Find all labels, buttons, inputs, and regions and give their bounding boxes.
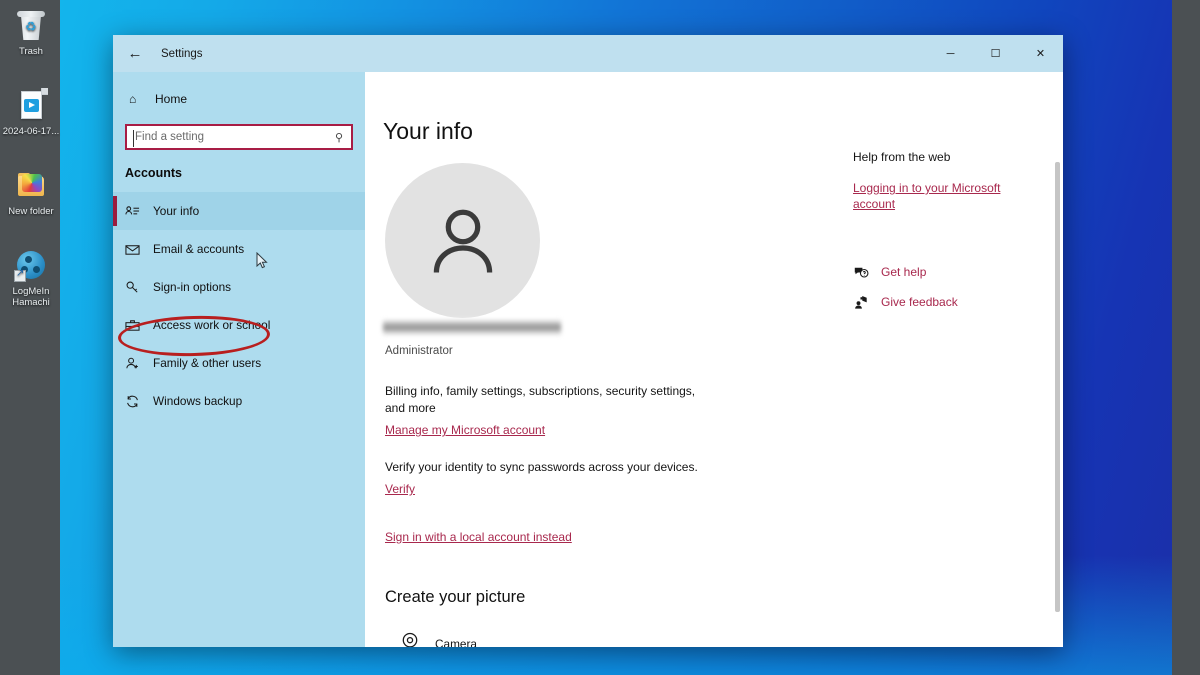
window-title: Settings [161, 47, 203, 60]
briefcase-icon [125, 318, 153, 333]
page-title: Your info [383, 118, 473, 144]
avatar[interactable] [385, 163, 540, 318]
feedback-person-icon [853, 294, 881, 310]
give-feedback-button[interactable]: Give feedback [853, 294, 1063, 310]
text-caret [133, 130, 134, 147]
sidebar-section-title: Accounts [125, 166, 182, 180]
sync-icon [125, 394, 153, 409]
camera-label: Camera [435, 636, 477, 648]
help-row-label: Give feedback [881, 295, 958, 309]
sidebar-item-windows-backup[interactable]: Windows backup [113, 382, 365, 420]
sidebar-item-sign-in-options[interactable]: Sign-in options [113, 268, 365, 306]
desktop-icon-label: LogMeIn Hamachi [12, 286, 50, 308]
help-column: Help from the web Logging in to your Mic… [849, 72, 1063, 647]
sidebar-item-label: Email & accounts [153, 242, 245, 256]
avatar-container [383, 163, 561, 336]
sidebar-item-label: Family & other users [153, 356, 262, 370]
help-article-link[interactable]: Logging in to your Microsoft account [853, 180, 1013, 212]
back-arrow-icon[interactable]: ← [113, 35, 157, 72]
billing-section: Billing info, family settings, subscript… [383, 383, 849, 439]
video-file-icon [14, 88, 48, 122]
home-icon: ⌂ [129, 92, 137, 106]
window-titlebar: ← Settings ─ ☐ ✕ [113, 35, 1063, 72]
help-actions: Get help Give feedback [853, 264, 1063, 310]
desktop-icon-label: New folder [8, 206, 54, 217]
main-column: Your info Administrator Billing info, fa… [365, 72, 849, 647]
folder-pictures-icon [14, 168, 48, 202]
sidebar-item-home[interactable]: ⌂ Home [113, 84, 365, 114]
main-content: Your info Administrator Billing info, fa… [365, 72, 1063, 647]
verify-section: Verify your identity to sync passwords a… [383, 459, 849, 498]
sign-in-local-account-link[interactable]: Sign in with a local account instead [385, 530, 572, 544]
close-button[interactable]: ✕ [1018, 35, 1063, 72]
verify-description: Verify your identity to sync passwords a… [385, 460, 698, 474]
key-icon [125, 280, 153, 295]
desktop-icon-new-folder[interactable]: New folder [2, 168, 60, 217]
help-title: Help from the web [853, 150, 951, 164]
create-picture-title: Create your picture [385, 588, 526, 606]
desktop-right-strip [1172, 0, 1200, 675]
minimize-button[interactable]: ─ [928, 35, 973, 72]
account-role: Administrator [385, 345, 453, 357]
camera-icon [399, 631, 421, 647]
desktop-icon-trash[interactable]: ♻ Trash [2, 8, 60, 57]
your-info-icon [125, 204, 153, 219]
search-container: ⚲ [113, 124, 365, 150]
settings-window: ← Settings ─ ☐ ✕ ⌂ Home ⚲ Accounts [113, 35, 1063, 647]
envelope-icon [125, 242, 153, 257]
sidebar-item-your-info[interactable]: Your info [113, 192, 365, 230]
question-bubble-icon [853, 264, 881, 280]
window-controls: ─ ☐ ✕ [928, 35, 1063, 72]
sidebar-item-label: Sign-in options [153, 280, 232, 294]
search-icon[interactable]: ⚲ [327, 131, 351, 144]
person-add-icon [125, 356, 153, 371]
sidebar-item-label: Access work or school [153, 318, 271, 332]
search-input[interactable] [127, 131, 327, 143]
help-row-label: Get help [881, 265, 927, 279]
camera-option[interactable]: Camera [399, 631, 849, 647]
desktop-icon-label: 2024-06-17... [2, 126, 60, 137]
desktop-icon-video-file[interactable]: 2024-06-17... [2, 88, 60, 137]
billing-description: Billing info, family settings, subscript… [385, 384, 696, 415]
desktop-icon-label: Trash [19, 46, 43, 57]
trash-icon: ♻ [14, 8, 48, 42]
scrollbar-thumb[interactable] [1055, 162, 1060, 612]
account-name-redacted [383, 319, 561, 336]
desktop-icon-logmein-hamachi[interactable]: LogMeIn Hamachi [2, 248, 60, 308]
sidebar-item-email-accounts[interactable]: Email & accounts [113, 230, 365, 268]
sidebar-item-label: Your info [153, 204, 200, 218]
sidebar-item-label: Windows backup [153, 394, 243, 408]
logmein-hamachi-icon [14, 248, 48, 282]
sidebar: ⌂ Home ⚲ Accounts Your info [113, 72, 365, 647]
search-box[interactable]: ⚲ [125, 124, 353, 150]
get-help-button[interactable]: Get help [853, 264, 1063, 280]
manage-microsoft-account-link[interactable]: Manage my Microsoft account [385, 423, 545, 437]
verify-link[interactable]: Verify [385, 482, 415, 496]
maximize-button[interactable]: ☐ [973, 35, 1018, 72]
sidebar-item-family-other-users[interactable]: Family & other users [113, 344, 365, 382]
sidebar-item-access-work-school[interactable]: Access work or school [113, 306, 365, 344]
sidebar-item-label: Home [155, 92, 188, 106]
